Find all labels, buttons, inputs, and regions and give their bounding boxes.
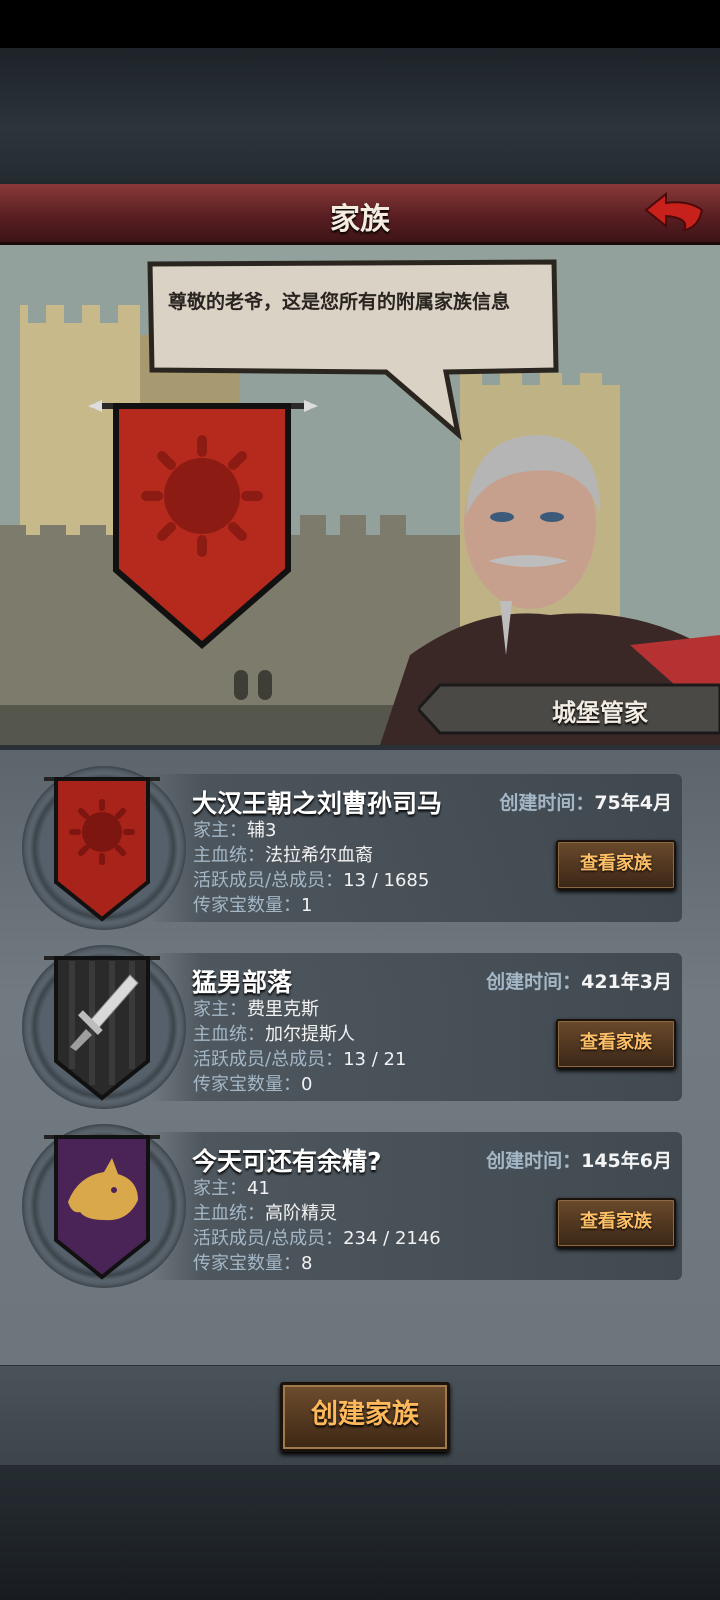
leader-line: 家主：费里克斯	[193, 998, 319, 1022]
bloodline-label: 主血统：	[193, 1203, 265, 1224]
sun-icon	[69, 799, 135, 865]
created-time: 创建时间：75年4月	[499, 788, 672, 815]
members-value: 13 / 21	[343, 1049, 407, 1070]
bloodline-line: 主血统：加尔提斯人	[193, 1023, 355, 1047]
family-banner	[44, 1135, 160, 1280]
view-family-button[interactable]: 查看家族	[556, 1198, 676, 1248]
created-value: 421年3月	[581, 971, 672, 993]
leader-line: 家主：辅3	[193, 819, 276, 843]
view-family-button[interactable]: 查看家族	[556, 840, 676, 890]
family-name: 大汉王朝之刘曹孙司马	[192, 789, 443, 818]
bloodline-value: 高阶精灵	[265, 1203, 337, 1224]
bloodline-line: 主血统：高阶精灵	[193, 1202, 337, 1226]
family-name: 猛男部落	[192, 968, 293, 997]
heirlooms-value: 1	[301, 895, 313, 916]
members-line: 活跃成员/总成员：234 / 2146	[193, 1227, 441, 1251]
leader-label: 家主：	[193, 820, 247, 841]
heirlooms-value: 0	[301, 1074, 313, 1095]
heirlooms-label: 传家宝数量：	[193, 1253, 301, 1274]
family-list: 大汉王朝之刘曹孙司马 创建时间：75年4月 家主：辅3 主血统：法拉希尔血裔 活…	[0, 745, 720, 1371]
heirlooms-label: 传家宝数量：	[193, 1074, 301, 1095]
heirlooms-line: 传家宝数量：8	[193, 1252, 312, 1276]
leader-value: 41	[247, 1178, 270, 1199]
members-line: 活跃成员/总成员：13 / 21	[193, 1048, 406, 1072]
bloodline-line: 主血统：法拉希尔血裔	[193, 844, 373, 868]
created-label: 创建时间：	[486, 1150, 582, 1172]
members-value: 234 / 2146	[343, 1228, 441, 1249]
bottom-backdrop	[0, 1465, 720, 1600]
list-item: 猛男部落 创建时间：421年3月 家主：费里克斯 主血统：加尔提斯人 活跃成员/…	[0, 941, 720, 1117]
create-family-button[interactable]: 创建家族	[280, 1382, 450, 1452]
view-family-button[interactable]: 查看家族	[556, 1019, 676, 1069]
leader-line: 家主：41	[193, 1177, 270, 1201]
leader-value: 辅3	[247, 820, 277, 841]
bloodline-value: 法拉希尔血裔	[265, 845, 373, 866]
created-time: 创建时间：145年6月	[486, 1146, 672, 1173]
heirlooms-label: 传家宝数量：	[193, 895, 301, 916]
leader-label: 家主：	[193, 999, 247, 1020]
created-value: 145年6月	[581, 1150, 672, 1172]
family-banner	[44, 956, 160, 1101]
heirlooms-line: 传家宝数量：1	[193, 894, 312, 918]
back-arrow-icon[interactable]	[640, 188, 706, 236]
members-label: 活跃成员/总成员：	[193, 870, 344, 891]
family-name: 今天可还有余精?	[192, 1147, 382, 1176]
created-value: 75年4月	[594, 792, 672, 814]
created-time: 创建时间：421年3月	[486, 967, 672, 994]
top-backdrop	[0, 48, 720, 184]
heirlooms-value: 8	[301, 1253, 313, 1274]
speaker-name: 城堡管家	[552, 699, 648, 727]
heirlooms-line: 传家宝数量：0	[193, 1073, 312, 1097]
list-item: 今天可还有余精? 创建时间：145年6月 家主：41 主血统：高阶精灵 活跃成员…	[0, 1120, 720, 1296]
status-bar-area	[0, 0, 720, 48]
members-value: 13 / 1685	[343, 870, 430, 891]
members-label: 活跃成员/总成员：	[193, 1049, 344, 1070]
sun-icon	[164, 458, 240, 534]
family-banner	[44, 777, 160, 922]
bloodline-label: 主血统：	[193, 1024, 265, 1045]
dialog-text: 尊敬的老爷，这是您所有的附属家族信息	[168, 291, 511, 313]
bloodline-label: 主血统：	[193, 845, 265, 866]
page-title: 家族	[330, 202, 390, 237]
title-bar: 家族	[0, 184, 720, 245]
bloodline-value: 加尔提斯人	[265, 1024, 355, 1045]
list-item: 大汉王朝之刘曹孙司马 创建时间：75年4月 家主：辅3 主血统：法拉希尔血裔 活…	[0, 762, 720, 938]
created-label: 创建时间：	[486, 971, 582, 993]
created-label: 创建时间：	[499, 792, 595, 814]
family-banner-large	[88, 400, 318, 649]
members-line: 活跃成员/总成员：13 / 1685	[193, 869, 429, 893]
leader-value: 费里克斯	[247, 999, 319, 1020]
members-label: 活跃成员/总成员：	[193, 1228, 344, 1249]
leader-label: 家主：	[193, 1178, 247, 1199]
